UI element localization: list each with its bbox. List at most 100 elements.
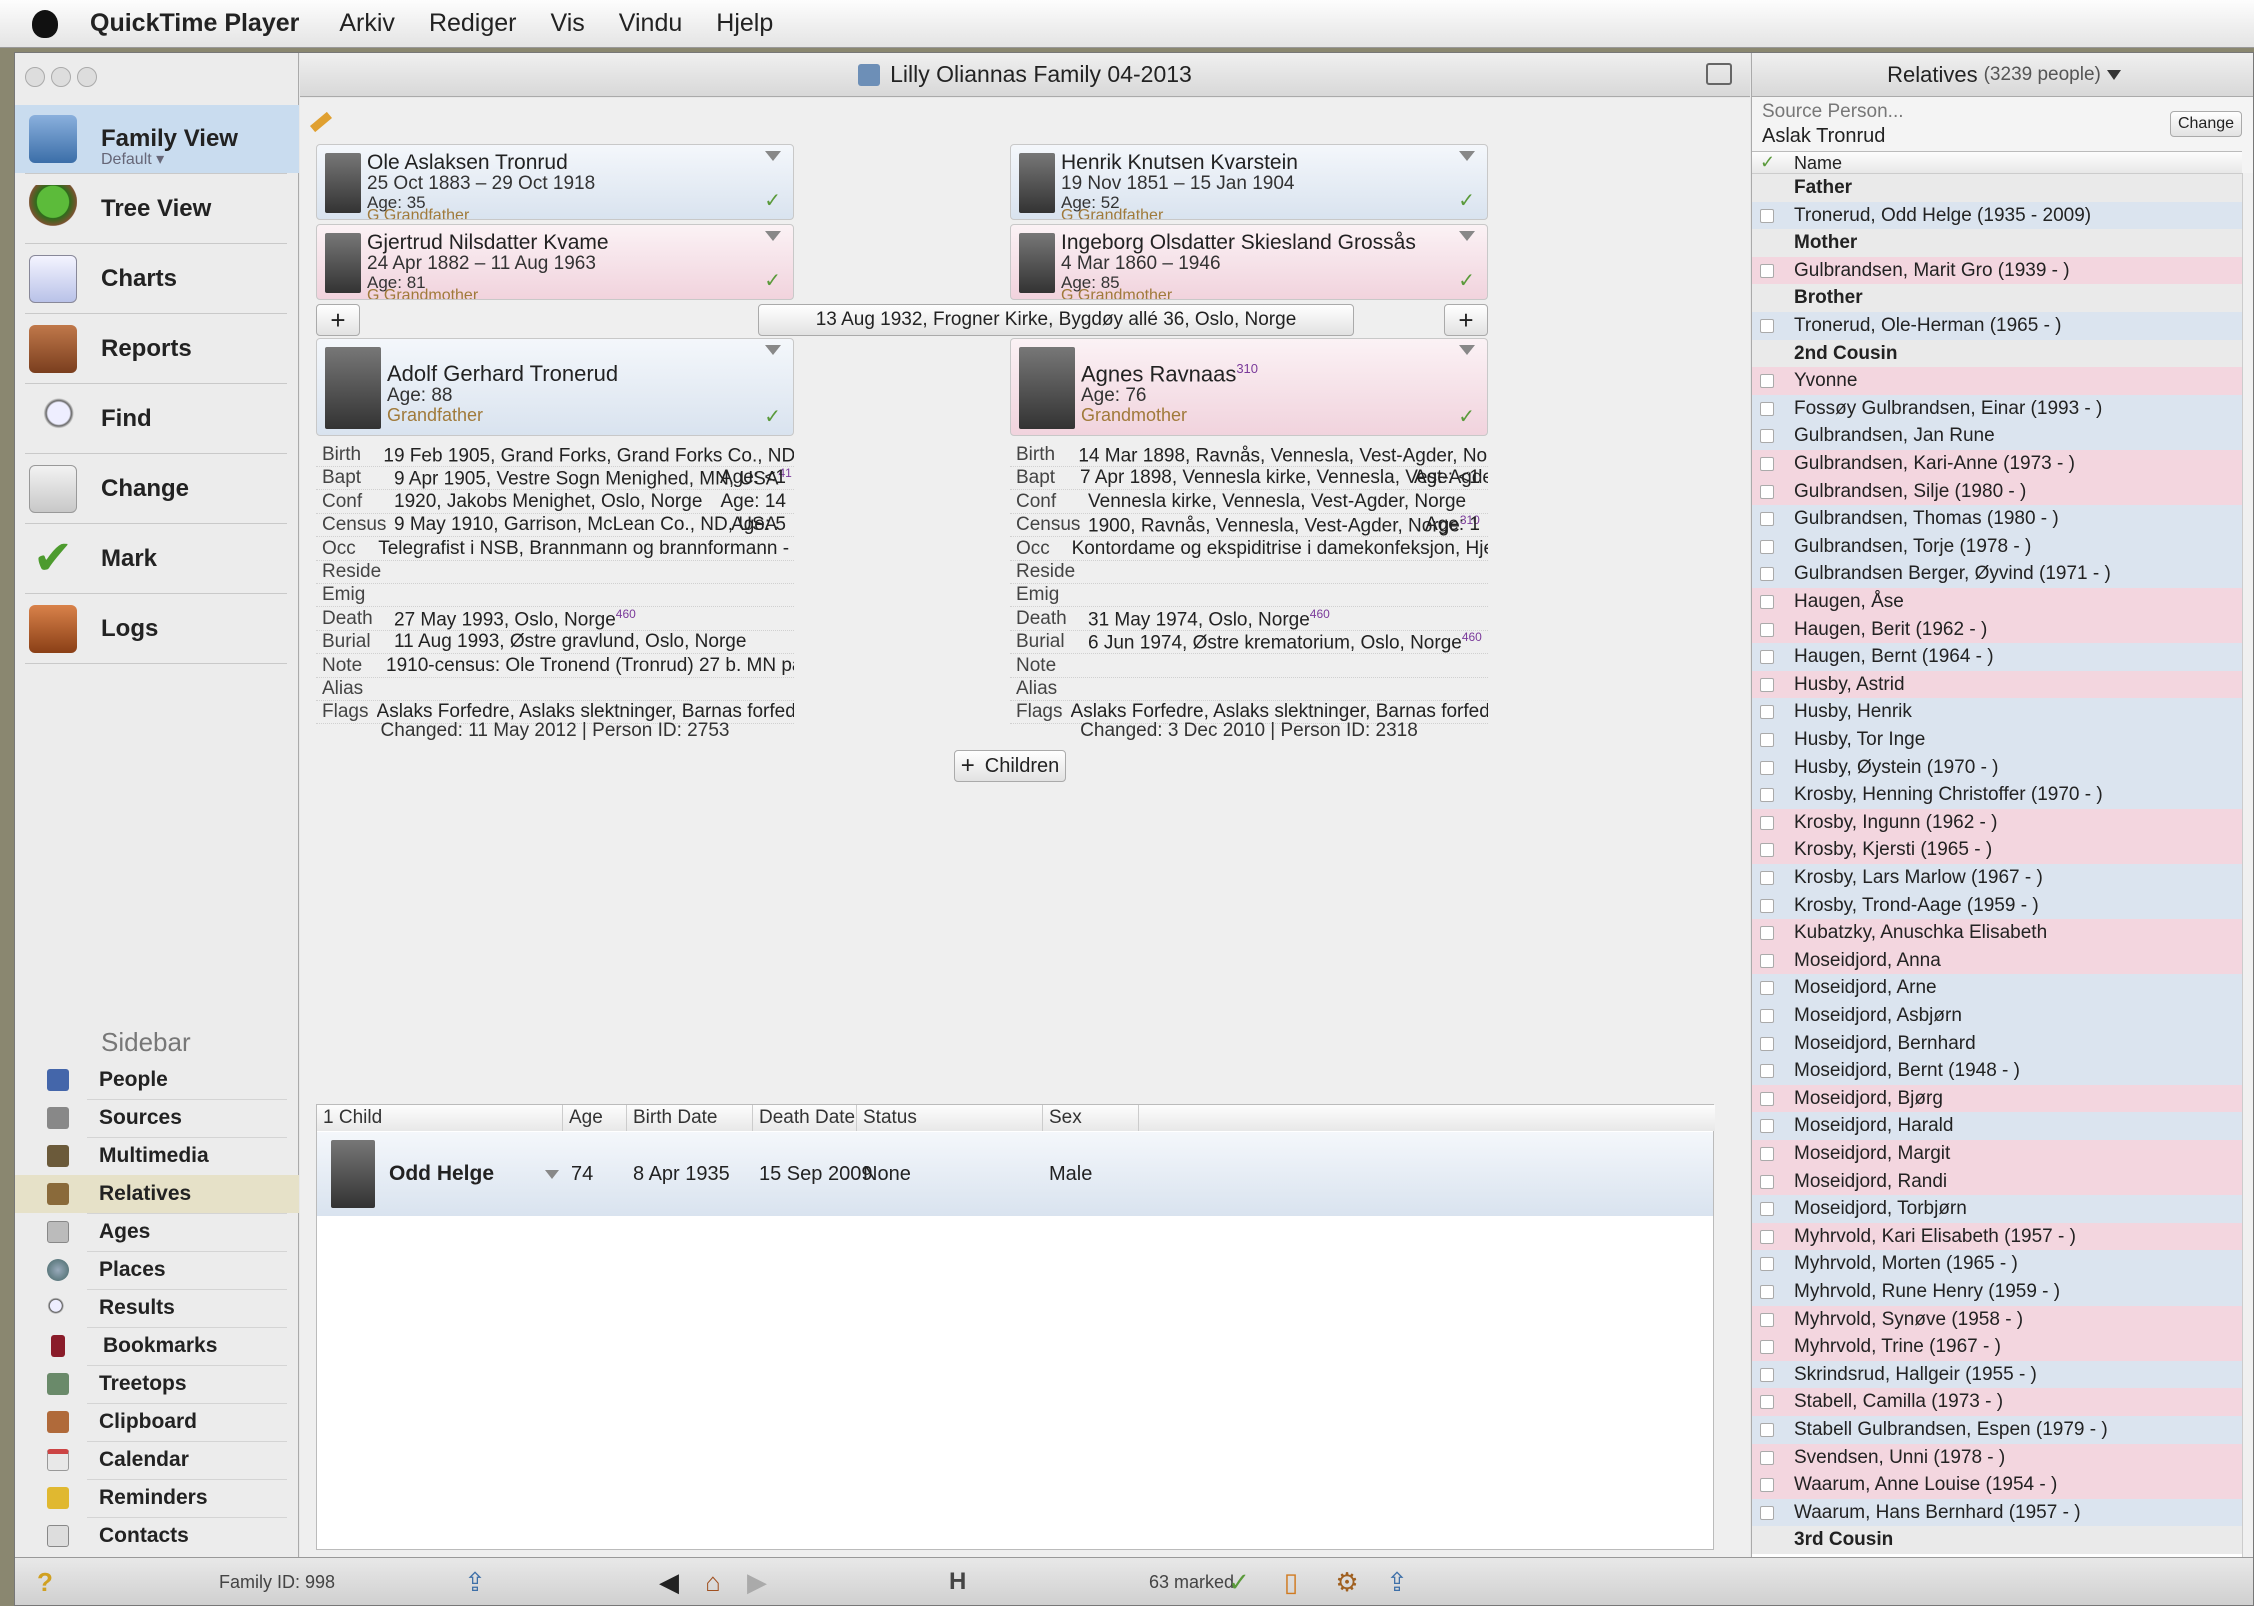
sidebar-item-people[interactable]: People	[15, 1061, 299, 1099]
mark-checkbox[interactable]	[1760, 263, 1774, 278]
list-item[interactable]: Gulbrandsen, Kari-Anne (1973 - )	[1752, 450, 2242, 478]
table-row[interactable]: Odd Helge 74 8 Apr 1935 15 Sep 2009 None…	[317, 1132, 1713, 1216]
mark-checkbox[interactable]	[1760, 843, 1774, 858]
fact-row-census[interactable]: Census 9 May 1910, Garrison, McLean Co., …	[316, 514, 794, 538]
mark-checkbox[interactable]	[1760, 953, 1774, 968]
export-icon[interactable]: ⇪	[1383, 1568, 1411, 1596]
list-item[interactable]: Moseidjord, Randi	[1752, 1167, 2242, 1196]
list-item[interactable]: Myhrvold, Morten (1965 - )	[1752, 1250, 2242, 1279]
mark-checkbox[interactable]	[1760, 1478, 1774, 1493]
sidebar-item-places[interactable]: Places	[15, 1251, 299, 1289]
list-item[interactable]: Moseidjord, Bernhard	[1752, 1029, 2242, 1058]
fact-row-death[interactable]: Death 27 May 1993, Oslo, Norge460	[316, 608, 794, 631]
sidebar-item-treetops[interactable]: Treetops	[15, 1365, 299, 1403]
mark-checkbox[interactable]	[1760, 1450, 1774, 1465]
book-icon[interactable]: ▯	[1277, 1568, 1305, 1596]
mark-checkbox[interactable]	[1760, 760, 1774, 775]
chevron-down-icon[interactable]	[545, 1170, 559, 1179]
nav-change[interactable]: Change	[15, 455, 299, 523]
list-item[interactable]: Moseidjord, Harald	[1752, 1112, 2242, 1141]
mark-checkbox[interactable]	[1760, 1036, 1774, 1051]
list-item[interactable]: Krosby, Lars Marlow (1967 - )	[1752, 864, 2242, 892]
list-item[interactable]: Husby, Tor Inge	[1752, 726, 2242, 754]
checkmark-icon[interactable]: ✓	[1458, 268, 1475, 293]
menu-vindu[interactable]: Vindu	[619, 9, 683, 38]
add-wife-parent-button[interactable]: +	[1444, 304, 1488, 336]
mark-checkbox[interactable]	[1760, 871, 1774, 885]
fact-row-conf[interactable]: Conf Vennesla kirke, Vennesla, Vest-Agder…	[1010, 491, 1488, 514]
relationship-group-header[interactable]: Brother	[1752, 284, 2242, 313]
list-item[interactable]: Gulbrandsen, Marit Gro (1939 - )	[1752, 256, 2242, 285]
list-item[interactable]: Moseidjord, Asbjørn	[1752, 1002, 2242, 1030]
list-item[interactable]: Waarum, Hans Bernhard (1957 - )	[1752, 1498, 2242, 1527]
chevron-down-icon[interactable]	[2106, 69, 2121, 80]
chevron-down-icon[interactable]	[1459, 345, 1475, 355]
fact-row-reside[interactable]: Reside	[1010, 561, 1488, 584]
mark-checkbox[interactable]	[1760, 1174, 1774, 1189]
mark-checkbox[interactable]	[1760, 677, 1774, 692]
mark-checkbox[interactable]	[1760, 484, 1774, 499]
fact-row-note[interactable]: Note 1910-census: Ole Tronend (Tronrud) 2…	[316, 655, 794, 678]
list-item[interactable]: Husby, Henrik	[1752, 698, 2242, 727]
list-item[interactable]: Moseidjord, Arne	[1752, 974, 2242, 1003]
column-header-death-date[interactable]: Death Date	[753, 1105, 857, 1131]
list-item[interactable]: Haugen, Åse	[1752, 588, 2242, 616]
column-header-sex[interactable]: Sex	[1043, 1105, 1139, 1131]
fact-row-occ[interactable]: Occ Kontordame og ekspiditrise i damekonf…	[1010, 538, 1488, 561]
fact-row-burial[interactable]: Burial 11 Aug 1993, Østre gravlund, Oslo,…	[316, 631, 794, 655]
fact-row-emig[interactable]: Emig	[1010, 584, 1488, 608]
column-header-age[interactable]: Age	[563, 1105, 627, 1131]
list-item[interactable]: Tronerud, Odd Helge (1935 - 2009)	[1752, 201, 2242, 230]
mark-checkbox[interactable]	[1760, 1119, 1774, 1134]
mark-checkbox[interactable]	[1760, 1312, 1774, 1327]
checkmark-icon[interactable]: ✓	[764, 404, 781, 429]
mark-checkbox[interactable]	[1760, 1091, 1774, 1106]
relationship-group-header[interactable]: 2nd Cousin	[1752, 339, 2242, 368]
sidebar-item-multimedia[interactable]: Multimedia	[15, 1137, 299, 1175]
home-icon[interactable]: ⌂	[699, 1568, 727, 1596]
mark-checkbox[interactable]	[1760, 1340, 1774, 1355]
list-item[interactable]: Moseidjord, Anna	[1752, 946, 2242, 975]
toolbar-toggle-icon[interactable]	[1706, 63, 1732, 85]
chevron-down-icon[interactable]	[765, 345, 781, 355]
fact-row-birth[interactable]: Birth 19 Feb 1905, Grand Forks, Grand For…	[316, 444, 794, 467]
mark-checkbox[interactable]	[1760, 374, 1774, 389]
minimize-window-button[interactable]	[51, 67, 71, 87]
apple-icon[interactable]	[32, 9, 58, 38]
list-item[interactable]: Krosby, Trond-Aage (1959 - )	[1752, 891, 2242, 920]
relatives-panel-header[interactable]: Relatives (3239 people)	[1752, 53, 2253, 97]
mark-checkbox[interactable]	[1760, 595, 1774, 609]
sidebar-item-reminders[interactable]: Reminders	[15, 1479, 299, 1517]
fact-row-note[interactable]: Note	[1010, 655, 1488, 678]
list-item[interactable]: Husby, Astrid	[1752, 670, 2242, 699]
grandparent-card-paternal-grandmother[interactable]: Gjertrud Nilsdatter Kvame 24 Apr 1882 – …	[316, 224, 794, 300]
checkmark-icon[interactable]: ✓	[764, 188, 781, 213]
back-arrow-icon[interactable]: ◀	[655, 1568, 683, 1596]
mark-checkbox[interactable]	[1760, 1505, 1774, 1520]
mark-checkbox[interactable]	[1760, 705, 1774, 720]
list-item[interactable]: Haugen, Berit (1962 - )	[1752, 615, 2242, 644]
nav-family-view[interactable]: Family View Default ▾	[15, 105, 299, 173]
sidebar-item-calendar[interactable]: Calendar	[15, 1441, 299, 1479]
checkmark-icon[interactable]: ✓	[764, 268, 781, 293]
relationship-group-header[interactable]: 3rd Cousin	[1752, 1526, 2242, 1555]
fact-row-death[interactable]: Death 31 May 1974, Oslo, Norge460	[1010, 608, 1488, 631]
list-item[interactable]: Gulbrandsen, Torje (1978 - )	[1752, 532, 2242, 561]
mark-checkbox[interactable]	[1760, 622, 1774, 637]
citation-ref[interactable]: 310	[1236, 361, 1258, 376]
citation-ref[interactable]: 460	[1310, 608, 1330, 621]
checkmark-icon[interactable]: ✓	[1458, 188, 1475, 213]
zoom-window-button[interactable]	[77, 67, 97, 87]
checkmark-icon[interactable]: ✓	[1225, 1568, 1253, 1596]
view-mode-dropdown[interactable]: Default ▾	[101, 149, 164, 169]
pencil-icon[interactable]	[310, 111, 332, 133]
list-item[interactable]: Fossøy Gulbrandsen, Einar (1993 - )	[1752, 394, 2242, 423]
mark-checkbox[interactable]	[1760, 1285, 1774, 1299]
list-item[interactable]: Myhrvold, Synøve (1958 - )	[1752, 1305, 2242, 1334]
mark-checkbox[interactable]	[1760, 401, 1774, 416]
mark-checkbox[interactable]	[1760, 981, 1774, 996]
list-item[interactable]: Krosby, Kjersti (1965 - )	[1752, 836, 2242, 865]
mark-checkbox[interactable]	[1760, 650, 1774, 665]
mark-checkbox[interactable]	[1760, 898, 1774, 913]
citation-ref[interactable]: 460	[1462, 631, 1482, 644]
